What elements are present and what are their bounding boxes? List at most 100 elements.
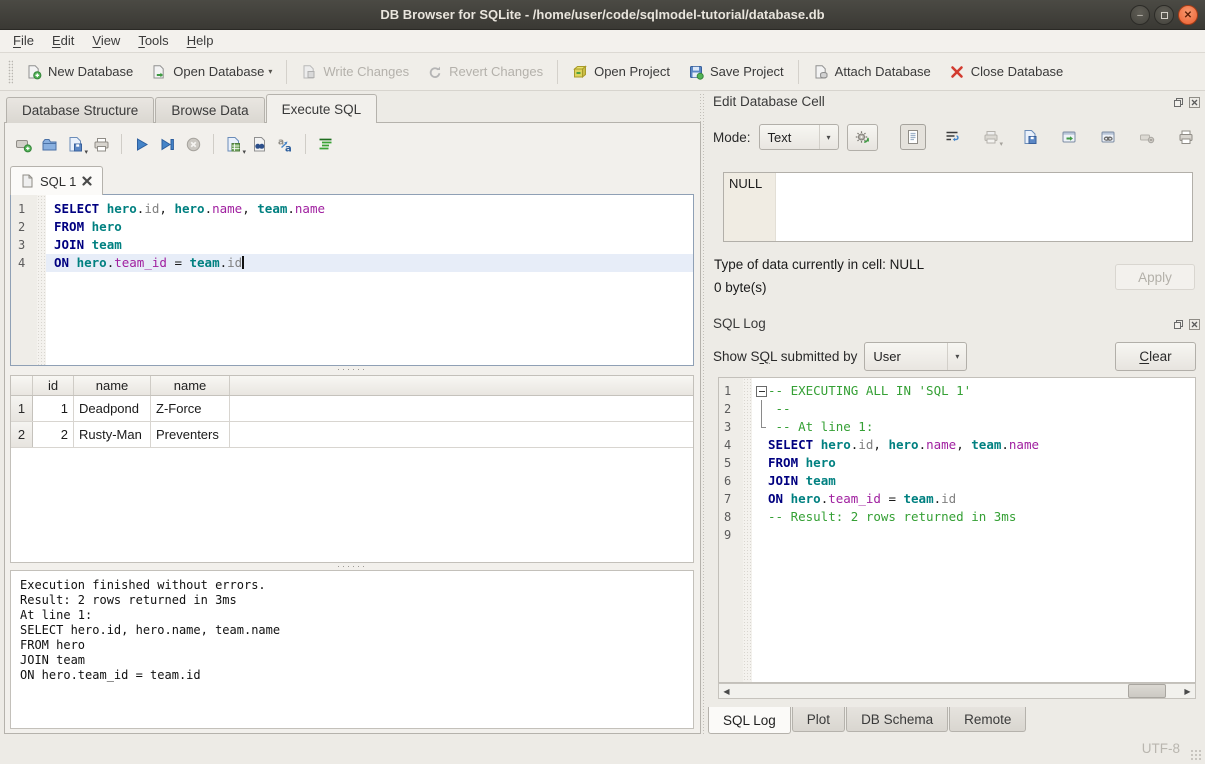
import-file-icon[interactable]: ▾ (978, 124, 1004, 150)
menu-tools[interactable]: Tools (129, 30, 177, 53)
open-external-icon[interactable] (1056, 124, 1082, 150)
scroll-left-icon[interactable]: ◀ (719, 684, 734, 698)
clear-button[interactable]: Clear (1115, 342, 1196, 371)
close-database-button[interactable]: Close Database (940, 58, 1073, 86)
apply-button[interactable]: Apply (1115, 264, 1195, 290)
column-header-name[interactable]: name (74, 376, 151, 395)
stop-execution-icon[interactable] (185, 136, 202, 153)
fold-corner-icon (754, 418, 768, 436)
new-sql-tab-icon[interactable] (15, 136, 32, 153)
format-sql-icon[interactable] (317, 136, 334, 153)
cell-id[interactable]: 1 (33, 396, 74, 421)
results-message-splitter[interactable]: ······ (10, 563, 694, 570)
fold-margin (754, 508, 768, 526)
maximize-button[interactable] (1154, 5, 1174, 25)
log-line-numbers: 123456789 (719, 378, 743, 682)
toolbar-separator (798, 60, 799, 84)
text-line: 2 (724, 400, 743, 418)
scrollbar-track[interactable] (734, 684, 1180, 698)
sql-log-view[interactable]: 123456789 -- EXECUTING ALL IN 'SQL 1' --… (718, 377, 1196, 683)
save-sql-file-icon[interactable]: ▾ (67, 136, 84, 153)
submitter-select[interactable]: User ▾ (864, 342, 967, 371)
cell-content-editor[interactable]: NULL (723, 172, 1193, 242)
results-table: id name name 1 1 Deadpond Z-Force 2 2 Ru… (10, 375, 694, 563)
tab-browse-data[interactable]: Browse Data (155, 97, 264, 123)
log-horizontal-scrollbar[interactable]: ◀ ▶ (718, 683, 1196, 699)
tab-sql-log[interactable]: SQL Log (708, 707, 791, 734)
fold-minus-icon[interactable] (754, 382, 768, 400)
find-replace-icon[interactable]: aa (277, 136, 294, 153)
column-header-id[interactable]: id (33, 376, 74, 395)
minimize-button[interactable]: – (1130, 5, 1150, 25)
scroll-right-icon[interactable]: ▶ (1180, 684, 1195, 698)
execute-all-icon[interactable] (133, 136, 150, 153)
copy-link-icon[interactable] (1095, 124, 1121, 150)
titlebar: DB Browser for SQLite - /home/user/code/… (0, 0, 1205, 30)
gear-arrow-icon (854, 129, 871, 146)
toolbar-drag-handle[interactable] (8, 60, 13, 84)
float-panel-icon[interactable] (1172, 318, 1185, 331)
close-button[interactable]: ✕ (1178, 5, 1198, 25)
main-tab-bar: Database Structure Browse Data Execute S… (6, 94, 378, 123)
find-in-sql-icon[interactable] (251, 136, 268, 153)
cell-team-name[interactable]: Z-Force (151, 396, 230, 421)
menu-edit[interactable]: Edit (43, 30, 83, 53)
text-line: SELECT hero.id, hero.name, team.name (20, 623, 684, 638)
save-file-icon[interactable] (1017, 124, 1043, 150)
toolbar-separator (557, 60, 558, 84)
set-null-icon[interactable] (1134, 124, 1160, 150)
write-changes-button[interactable]: Write Changes (292, 58, 418, 86)
open-project-button[interactable]: Open Project (563, 58, 679, 86)
cell-hero-name[interactable]: Deadpond (74, 396, 151, 421)
text-mode-icon[interactable] (900, 124, 926, 150)
right-dock: Edit Database Cell Mode: Text ▾ ▾ (705, 93, 1205, 735)
apply-mode-button[interactable] (847, 124, 878, 151)
print-sql-icon[interactable] (93, 136, 110, 153)
cell-size-info: 0 byte(s) (714, 280, 767, 295)
attach-database-button[interactable]: Attach Database (804, 58, 940, 86)
sql-editor[interactable]: 1234 SELECT hero.id, hero.name, team.nam… (10, 194, 694, 366)
print-cell-icon[interactable] (1173, 124, 1199, 150)
menu-file[interactable]: File (4, 30, 43, 53)
revert-changes-button[interactable]: Revert Changes (418, 58, 552, 86)
tab-db-schema[interactable]: DB Schema (846, 707, 948, 732)
tab-execute-sql[interactable]: Execute SQL (266, 94, 378, 123)
editor-code[interactable]: SELECT hero.id, hero.name, team.nameFROM… (46, 195, 693, 365)
open-database-button[interactable]: Open Database ▾ (142, 58, 281, 86)
new-database-button[interactable]: New Database (17, 58, 142, 86)
execute-current-line-icon[interactable] (159, 136, 176, 153)
word-wrap-icon[interactable] (939, 124, 965, 150)
save-results-icon[interactable]: ▾ (225, 136, 242, 153)
tab-plot[interactable]: Plot (792, 707, 845, 732)
cell-hero-name[interactable]: Rusty-Man (74, 422, 151, 447)
code-line: JOIN team (46, 236, 693, 254)
save-project-button[interactable]: Save Project (679, 58, 793, 86)
sql1-tab[interactable]: SQL 1 (10, 166, 103, 195)
row-header[interactable]: 1 (11, 396, 33, 421)
cell-id[interactable]: 2 (33, 422, 74, 447)
cell-content-area[interactable] (776, 173, 1192, 241)
text-line: Execution finished without errors. (20, 578, 684, 593)
close-panel-icon[interactable] (1188, 96, 1201, 109)
toolbar-separator (286, 60, 287, 84)
menu-view[interactable]: View (83, 30, 129, 53)
code-line: -- Result: 2 rows returned in 3ms (752, 508, 1195, 526)
row-header[interactable]: 2 (11, 422, 33, 447)
cell-team-name[interactable]: Preventers (151, 422, 230, 447)
sql1-tab-close-icon[interactable] (82, 176, 92, 186)
tab-remote[interactable]: Remote (949, 707, 1026, 732)
column-header-name2[interactable]: name (151, 376, 230, 395)
scrollbar-thumb[interactable] (1128, 684, 1166, 698)
close-panel-icon[interactable] (1188, 318, 1201, 331)
editor-fold-margin (37, 195, 46, 365)
float-panel-icon[interactable] (1172, 96, 1185, 109)
editor-results-splitter[interactable]: ······ (10, 366, 694, 373)
tab-database-structure[interactable]: Database Structure (6, 97, 154, 123)
open-sql-file-icon[interactable] (41, 136, 58, 153)
menu-help[interactable]: Help (178, 30, 223, 53)
mode-select[interactable]: Text ▾ (759, 124, 839, 150)
resize-grip[interactable] (1190, 749, 1202, 761)
corner-header[interactable] (11, 376, 33, 395)
sql1-tab-label: SQL 1 (40, 174, 76, 189)
log-code: -- EXECUTING ALL IN 'SQL 1' -- -- At lin… (752, 378, 1195, 682)
